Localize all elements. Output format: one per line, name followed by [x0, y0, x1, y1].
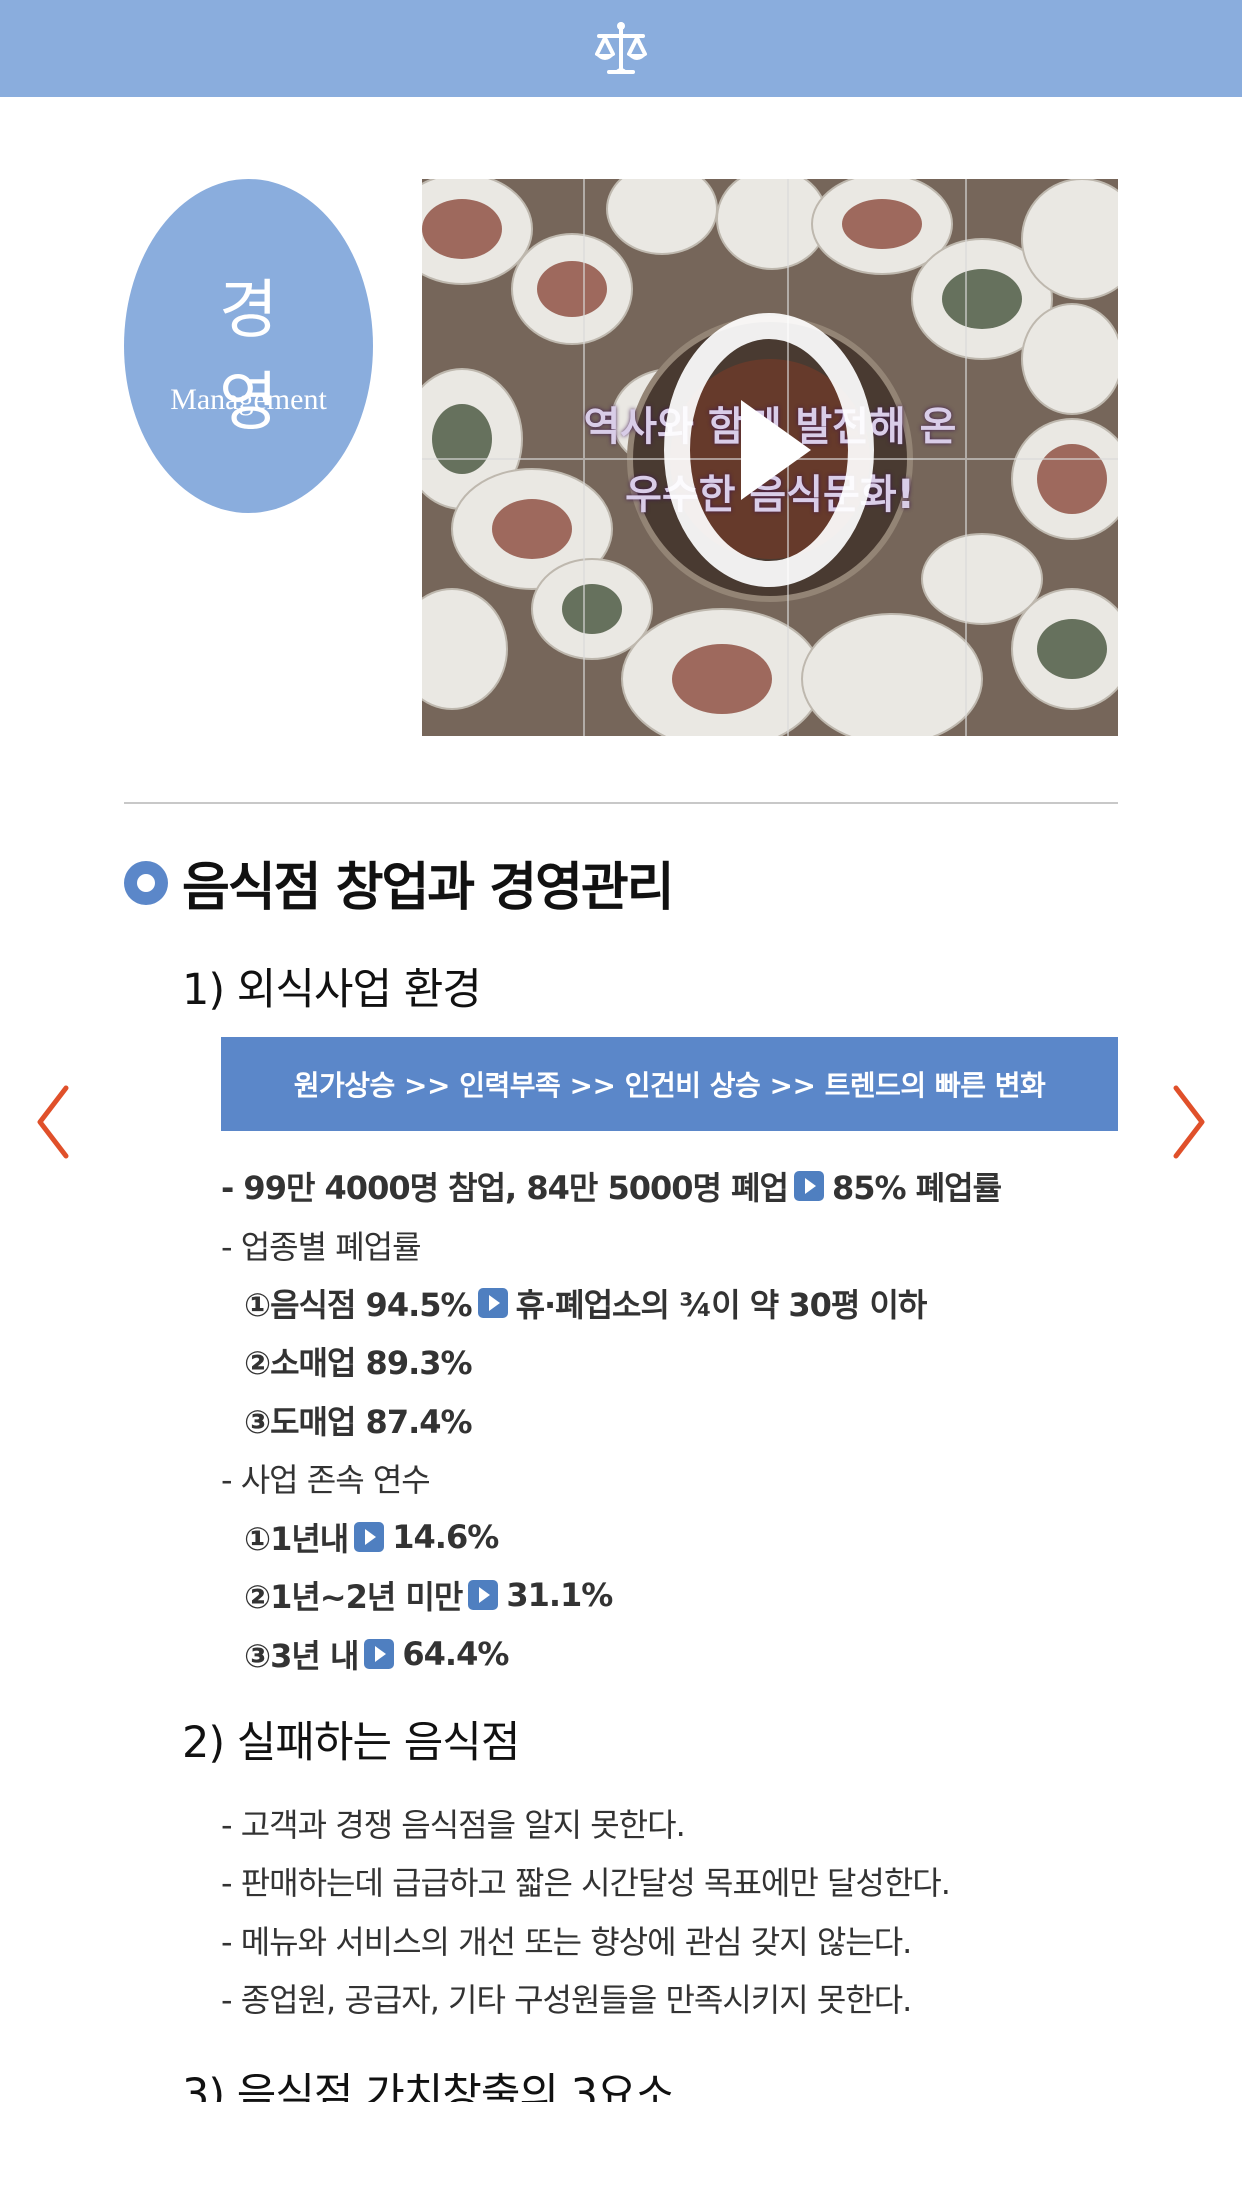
env-line-text: ③도매업 87.4% — [244, 1403, 473, 1441]
env-line-result: 14.6% — [392, 1518, 499, 1556]
scales-icon — [595, 21, 647, 74]
play-arrow-icon — [468, 1580, 499, 1610]
fail-line: - 고객과 경쟁 음식점을 알지 못한다. — [221, 1806, 686, 1844]
env-line: ②1년~2년 미만 31.1% — [244, 1572, 613, 1618]
fail-line: - 메뉴와 서비스의 개선 또는 향상에 관심 갖지 않는다. — [221, 1923, 912, 1961]
management-badge: 경 영 Management — [124, 179, 373, 513]
env-line-text: - 업종별 폐업률 — [221, 1228, 422, 1266]
video-thumbnail[interactable]: 역사와 함께 발전해 온 우수한 음식문화! — [422, 179, 1118, 736]
section-title: 음식점 창업과 경영관리 — [182, 858, 675, 918]
env-line: - 사업 존속 연수 — [221, 1455, 431, 1501]
play-icon[interactable] — [661, 307, 877, 593]
env-line-text: - 사업 존속 연수 — [221, 1461, 431, 1499]
env-line: ①1년내 14.6% — [244, 1514, 499, 1560]
play-arrow-icon — [794, 1171, 824, 1201]
env-line: ③도매업 87.4% — [244, 1397, 473, 1443]
env-line-result: 31.1% — [506, 1576, 613, 1614]
env-line-result: 85% 폐업률 — [832, 1169, 1002, 1207]
play-arrow-icon — [364, 1639, 395, 1669]
chevron-right-icon[interactable] — [1168, 1082, 1208, 1162]
chevron-left-icon[interactable] — [34, 1082, 74, 1162]
fail-line: - 판매하는데 급급하고 짧은 시간달성 목표에만 달성한다. — [221, 1864, 951, 1902]
section-divider — [124, 802, 1118, 804]
badge-subtitle: Management — [170, 383, 327, 416]
env-line: ③3년 내 64.4% — [244, 1631, 509, 1677]
fail-line: - 종업원, 공급자, 기타 구성원들을 만족시키지 못한다. — [221, 1981, 912, 2019]
value-heading: 3) 음식점 가치창출의 3요소 — [182, 2070, 675, 2102]
env-line-text: ②1년~2년 미만 — [244, 1578, 463, 1616]
env-line: - 업종별 폐업률 — [221, 1222, 422, 1268]
env-line-text: ②소매업 89.3% — [244, 1344, 473, 1382]
env-line-result: 휴·폐업소의 ¾이 약 30평 이하 — [515, 1286, 928, 1324]
env-line: ①음식점 94.5% 휴·폐업소의 ¾이 약 30평 이하 — [244, 1280, 928, 1326]
env-line-text: ①음식점 94.5% — [244, 1286, 473, 1324]
env-line-text: - 99만 4000명 참업, 84만 5000명 폐업 — [221, 1169, 789, 1207]
bullet-dot-icon — [124, 860, 168, 905]
play-arrow-icon — [354, 1522, 385, 1552]
play-arrow-icon — [477, 1288, 508, 1318]
env-line: ②소매업 89.3% — [244, 1338, 473, 1384]
env-line-result: 64.4% — [402, 1635, 509, 1673]
env-line: - 99만 4000명 참업, 84만 5000명 폐업 85% 폐업률 — [221, 1163, 1002, 1209]
env-line-text: ③3년 내 — [244, 1637, 359, 1675]
env-banner: 원가상승 >> 인력부족 >> 인건비 상승 >> 트렌드의 빠른 변화 — [221, 1037, 1118, 1131]
env-line-text: ①1년내 — [244, 1520, 349, 1558]
section-heading: 음식점 창업과 경영관리 — [124, 845, 675, 920]
env-heading: 1) 외식사업 환경 — [182, 965, 482, 1015]
top-bar — [0, 0, 1242, 97]
fail-heading: 2) 실패하는 음식점 — [182, 1718, 520, 1768]
